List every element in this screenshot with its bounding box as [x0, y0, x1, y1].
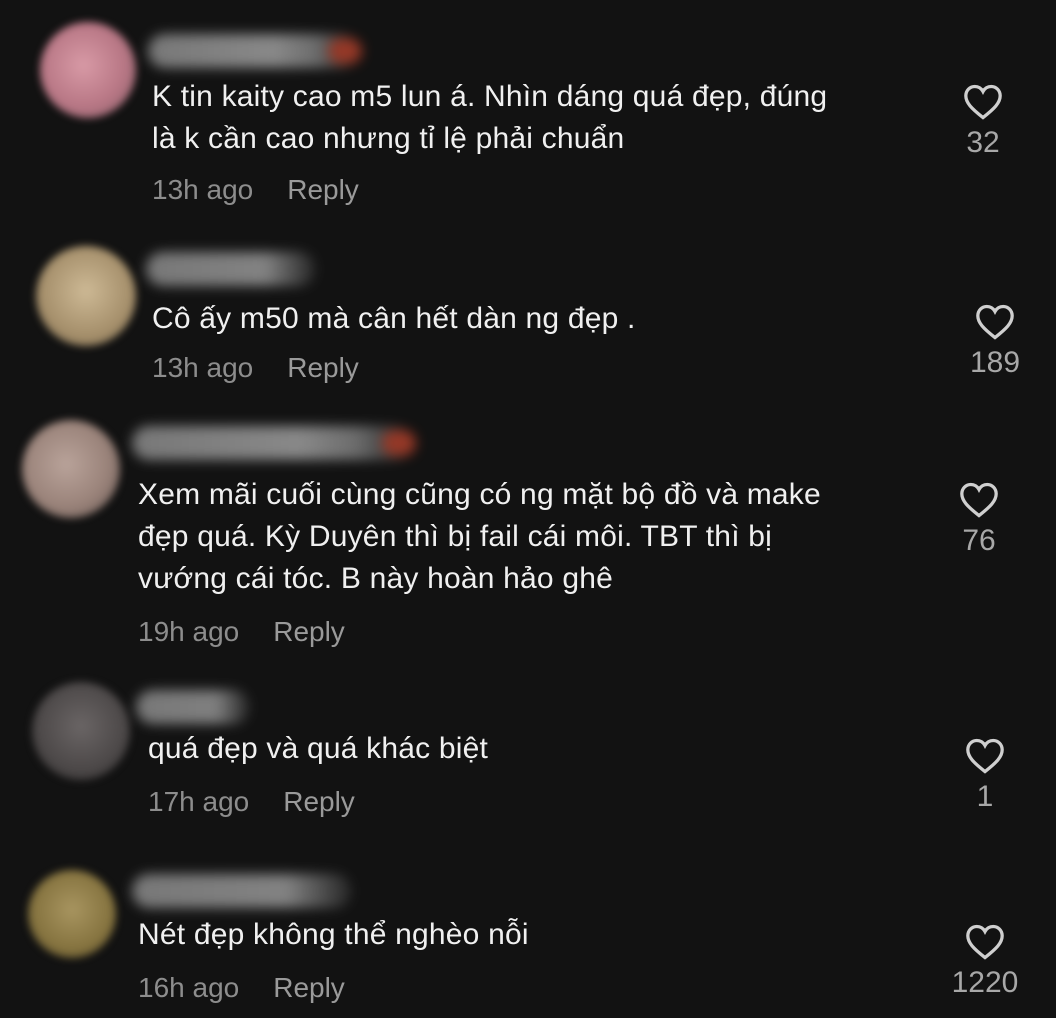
avatar[interactable]	[28, 870, 116, 958]
comment-text: Nét đẹp không thể nghèo nỗi	[138, 918, 529, 951]
like-button[interactable]: 1	[940, 738, 1030, 814]
comment-meta: 16h ago Reply	[138, 972, 345, 1004]
username-blurred[interactable]	[136, 690, 250, 724]
heart-icon	[966, 924, 1004, 960]
username-blurred[interactable]	[132, 426, 416, 460]
comment-text: Cô ấy m50 mà cân hết dàn ng đẹp .	[152, 302, 636, 335]
like-count: 189	[969, 346, 1021, 379]
comment-meta: 19h ago Reply	[138, 616, 345, 648]
avatar[interactable]	[36, 246, 136, 346]
username-blurred[interactable]	[146, 252, 316, 286]
username-blurred[interactable]	[132, 874, 352, 908]
like-count: 1	[976, 780, 994, 813]
avatar[interactable]	[40, 22, 136, 118]
heart-icon	[966, 738, 1004, 774]
comment-meta: 17h ago Reply	[148, 786, 355, 818]
like-button[interactable]: 1220	[940, 924, 1030, 1000]
reply-button[interactable]: Reply	[287, 174, 359, 206]
like-button[interactable]: 32	[938, 84, 1028, 160]
like-count: 76	[962, 524, 996, 557]
heart-icon	[960, 482, 998, 518]
reply-button[interactable]: Reply	[273, 616, 345, 648]
heart-icon	[976, 304, 1014, 340]
reply-button[interactable]: Reply	[273, 972, 345, 1004]
avatar[interactable]	[22, 420, 120, 518]
avatar[interactable]	[32, 682, 130, 780]
like-count: 32	[966, 126, 1000, 159]
comment-text: quá đẹp và quá khác biệt	[148, 732, 489, 765]
reply-button[interactable]: Reply	[287, 352, 359, 384]
comment-time: 17h ago	[148, 786, 250, 817]
reply-button[interactable]: Reply	[283, 786, 355, 818]
comment-text: Xem mãi cuối cùng cũng có ng mặt bộ đồ v…	[138, 478, 821, 595]
like-button[interactable]: 189	[950, 304, 1040, 380]
comment-time: 13h ago	[152, 352, 254, 383]
comment-text: K tin kaity cao m5 lun á. Nhìn dáng quá …	[152, 80, 828, 155]
like-button[interactable]: 76	[934, 482, 1024, 558]
comment-meta: 13h ago Reply	[152, 352, 359, 384]
like-count: 1220	[951, 966, 1019, 999]
comment-time: 16h ago	[138, 972, 240, 1003]
comment-meta: 13h ago Reply	[152, 174, 359, 206]
comment-time: 19h ago	[138, 616, 240, 647]
comment-time: 13h ago	[152, 174, 254, 205]
heart-icon	[964, 84, 1002, 120]
username-blurred[interactable]	[148, 34, 362, 68]
